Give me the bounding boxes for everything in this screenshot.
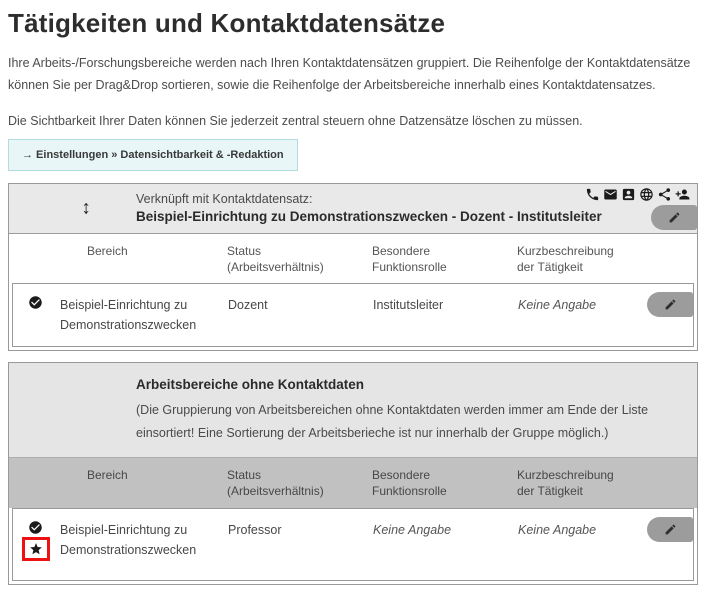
column-funktionsrolle: Besondere Funktionsrolle [372, 243, 447, 274]
intro-text: Ihre Arbeits-/Forschungsbereiche werden … [8, 56, 691, 92]
no-contact-group-title: Arbeitsbereiche ohne Kontaktdaten [136, 377, 365, 393]
column-funktionsrolle: Besondere Funktionsrolle [372, 468, 447, 499]
edit-icon [665, 299, 675, 310]
page-title: Tätigkeiten und Kontaktdatensätze [8, 8, 446, 38]
edit-icon [665, 524, 675, 534]
edit-row-button[interactable] [647, 516, 693, 542]
contact-group-card: ↕ Verknüpft mit Kontaktdatensatz: Beispi… [8, 182, 698, 352]
column-kurzbeschreibung: Kurzbeschreibung der Tätigkeit [517, 468, 614, 499]
cell-status: Professor [228, 522, 282, 537]
page: Tätigkeiten und Kontaktdatensätze Ihre A… [0, 0, 706, 599]
edit-icon [669, 212, 679, 223]
person-add-icon [675, 189, 690, 200]
column-status: Status (Arbeitsverhältnis) [227, 468, 324, 499]
no-contact-group-card: Arbeitsbereiche ohne Kontaktdaten (Die G… [8, 362, 698, 585]
edit-row-button[interactable] [647, 292, 693, 318]
cell-funktionsrolle: Institutsleiter [373, 298, 444, 313]
edit-contact-record-button[interactable] [651, 204, 697, 230]
table-row: Beispiel-Einrichtung zu Demonstrationszw… [12, 283, 694, 348]
check-icon[interactable] [28, 520, 43, 535]
table-header-row: Bereich Status (Arbeitsverhältnis) Beson… [9, 234, 697, 283]
footer-bar: Neuen Eintrag hinzufügen [8, 596, 698, 599]
no-contact-group-note: (Die Gruppierung von Arbeitsbereichen oh… [136, 403, 649, 440]
globe-icon [640, 188, 653, 201]
table-row: Beispiel-Einrichtung zu Demonstrationszw… [12, 507, 694, 581]
star-icon[interactable] [29, 542, 43, 556]
table-header-row: Bereich Status (Arbeitsverhältnis) Beson… [9, 457, 697, 508]
column-bereich: Bereich [87, 468, 128, 483]
cell-kurzbeschreibung: Keine Angabe [518, 298, 597, 313]
cell-kurzbeschreibung: Keine Angabe [518, 522, 597, 537]
no-contact-group-header: Arbeitsbereiche ohne Kontaktdaten (Die G… [9, 363, 697, 458]
cell-status: Dozent [228, 298, 268, 313]
visibility-note: Die Sichtbarkeit Ihrer Daten können Sie … [8, 113, 583, 128]
column-kurzbeschreibung: Kurzbeschreibung der Tätigkeit [517, 243, 614, 274]
settings-link[interactable]: → Einstellungen » Datensichtbarkeit & -R… [8, 138, 298, 171]
mail-icon [604, 189, 617, 200]
phone-icon [586, 188, 599, 200]
share-icon [658, 188, 671, 201]
drag-handle-icon[interactable]: ↕ [81, 199, 91, 218]
linked-record-name: Beispiel-Einrichtung zu Demonstrationszw… [136, 209, 602, 225]
check-icon[interactable] [28, 295, 43, 310]
contact-group-header: ↕ Verknüpft mit Kontaktdatensatz: Beispi… [9, 183, 697, 234]
column-bereich: Bereich [87, 243, 128, 258]
column-status: Status (Arbeitsverhältnis) [227, 243, 324, 274]
cell-bereich: Beispiel-Einrichtung zu Demonstrationszw… [60, 522, 197, 557]
cell-funktionsrolle: Keine Angabe [373, 522, 452, 537]
contact-card-icon [622, 188, 635, 200]
cell-bereich: Beispiel-Einrichtung zu Demonstrationszw… [60, 298, 197, 333]
contact-channel-icons [585, 187, 690, 202]
star-highlight-box[interactable] [21, 536, 50, 561]
